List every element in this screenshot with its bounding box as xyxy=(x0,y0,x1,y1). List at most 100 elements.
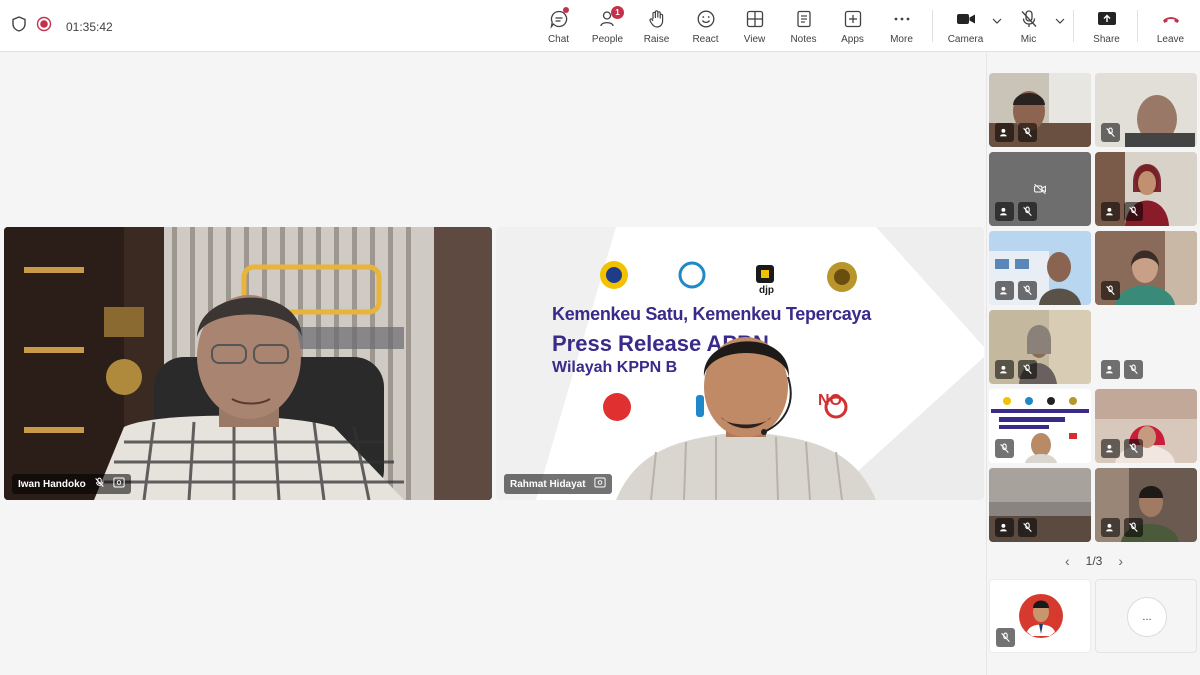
share-screen-icon xyxy=(1096,8,1118,30)
mic-muted-icon xyxy=(1124,518,1143,537)
gallery-pagination: ‹ 1/3 › xyxy=(987,553,1200,569)
react-button[interactable]: React xyxy=(681,6,730,48)
mic-muted-icon xyxy=(1018,123,1037,142)
share-button[interactable]: Share xyxy=(1082,6,1131,48)
notes-label: Notes xyxy=(790,34,817,45)
people-label: People xyxy=(591,34,624,45)
gallery-tile[interactable] xyxy=(989,389,1091,463)
camera-icon xyxy=(955,8,977,30)
share-label: Share xyxy=(1093,34,1120,45)
gallery-tile[interactable] xyxy=(1095,231,1197,305)
overflow-count: ... xyxy=(1127,597,1167,637)
mic-options-chevron[interactable] xyxy=(1053,0,1067,42)
mic-muted-icon xyxy=(1101,281,1120,300)
more-icon xyxy=(891,8,913,30)
smiley-icon xyxy=(695,8,717,30)
meeting-top-bar: 01:35:42 Chat 1 People Raise React View … xyxy=(0,0,1200,52)
chevron-down-icon xyxy=(1055,18,1065,24)
participant-name-tag: Iwan Handoko xyxy=(12,474,131,494)
hand-icon xyxy=(646,8,668,30)
gallery-tile[interactable] xyxy=(1095,468,1197,542)
presenter-icon xyxy=(995,518,1014,537)
apps-label: Apps xyxy=(841,34,864,45)
participant-video-iwan[interactable]: Iwan Handoko xyxy=(4,227,492,500)
more-label: More xyxy=(890,34,913,45)
participant-name: Rahmat Hidayat xyxy=(510,478,586,490)
gallery-tile[interactable] xyxy=(989,152,1091,226)
view-label: View xyxy=(743,34,766,45)
main-stage: Iwan Handoko djp NO Kemenkeu Satu, Kemen… xyxy=(0,53,986,675)
presenter-icon xyxy=(1101,518,1120,537)
presenter-icon xyxy=(1101,439,1120,458)
gallery-tile[interactable] xyxy=(1095,152,1197,226)
mic-muted-icon xyxy=(1018,360,1037,379)
camera-label: Camera xyxy=(947,34,984,45)
mic-label: Mic xyxy=(1020,34,1037,45)
gallery-tile[interactable] xyxy=(989,231,1091,305)
chat-label: Chat xyxy=(547,34,570,45)
presenter-icon xyxy=(1101,202,1120,221)
overflow-participants-tile[interactable]: ... xyxy=(1095,579,1197,653)
notes-icon xyxy=(793,8,815,30)
grid-view-icon xyxy=(744,8,766,30)
presenter-icon xyxy=(995,202,1014,221)
participant-video-image xyxy=(4,227,492,500)
meeting-toolbar: Chat 1 People Raise React View Notes App… xyxy=(534,6,1195,48)
chat-button[interactable]: Chat xyxy=(534,6,583,48)
gallery-tile[interactable] xyxy=(989,73,1091,147)
page-indicator: 1/3 xyxy=(1085,554,1103,568)
participant-name-tag: Rahmat Hidayat xyxy=(504,474,612,494)
toolbar-divider xyxy=(1137,10,1138,42)
recording-icon[interactable] xyxy=(36,16,52,37)
camera-button[interactable]: Camera xyxy=(941,6,990,48)
gallery-tile[interactable] xyxy=(989,468,1091,542)
mic-muted-icon xyxy=(1101,123,1120,142)
participant-figure xyxy=(616,337,876,500)
presenter-icon xyxy=(1101,360,1120,379)
participant-name: Iwan Handoko xyxy=(18,478,86,490)
previous-page-button[interactable]: ‹ xyxy=(1065,553,1070,569)
more-button[interactable]: More xyxy=(877,6,926,48)
toolbar-divider xyxy=(1073,10,1074,42)
raise-hand-button[interactable]: Raise xyxy=(632,6,681,48)
raise-label: Raise xyxy=(643,34,670,45)
notes-button[interactable]: Notes xyxy=(779,6,828,48)
leave-button[interactable]: Leave xyxy=(1146,6,1195,48)
mic-muted-icon xyxy=(1018,8,1040,30)
chat-unread-dot xyxy=(563,7,569,13)
people-button[interactable]: 1 People xyxy=(583,6,632,48)
presenter-icon xyxy=(995,281,1014,300)
view-button[interactable]: View xyxy=(730,6,779,48)
next-page-button[interactable]: › xyxy=(1118,553,1123,569)
shield-icon[interactable] xyxy=(12,16,26,37)
leave-label: Leave xyxy=(1156,34,1185,45)
react-label: React xyxy=(692,34,719,45)
people-badge: 1 xyxy=(611,6,624,19)
meeting-status: 01:35:42 xyxy=(12,16,113,37)
mic-muted-icon xyxy=(1124,439,1143,458)
presenter-icon xyxy=(995,123,1014,142)
toolbar-divider xyxy=(932,10,933,42)
self-view-tile[interactable] xyxy=(989,579,1091,653)
plus-box-icon xyxy=(842,8,864,30)
mic-muted-icon xyxy=(996,628,1015,647)
background-effect-icon xyxy=(113,477,125,491)
mic-muted-icon xyxy=(94,477,105,491)
meeting-timer: 01:35:42 xyxy=(66,19,113,34)
mic-button[interactable]: Mic xyxy=(1004,6,1053,48)
participant-gallery: ‹ 1/3 › ... xyxy=(986,53,1200,675)
mic-muted-icon xyxy=(1124,360,1143,379)
gallery-tile[interactable] xyxy=(989,310,1091,384)
chevron-down-icon xyxy=(992,18,1002,24)
apps-button[interactable]: Apps xyxy=(828,6,877,48)
camera-options-chevron[interactable] xyxy=(990,0,1004,42)
mic-muted-icon xyxy=(1018,518,1037,537)
mic-muted-icon xyxy=(1124,202,1143,221)
gallery-tile[interactable] xyxy=(1095,73,1197,147)
participant-video-rahmat[interactable]: djp NO Kemenkeu Satu, Kemenkeu Tepercaya… xyxy=(496,227,984,500)
background-effect-icon xyxy=(593,477,606,491)
camera-off-icon xyxy=(1033,182,1047,200)
hang-up-icon xyxy=(1160,8,1182,30)
gallery-tile[interactable] xyxy=(1095,389,1197,463)
gallery-tile[interactable] xyxy=(1095,310,1197,384)
